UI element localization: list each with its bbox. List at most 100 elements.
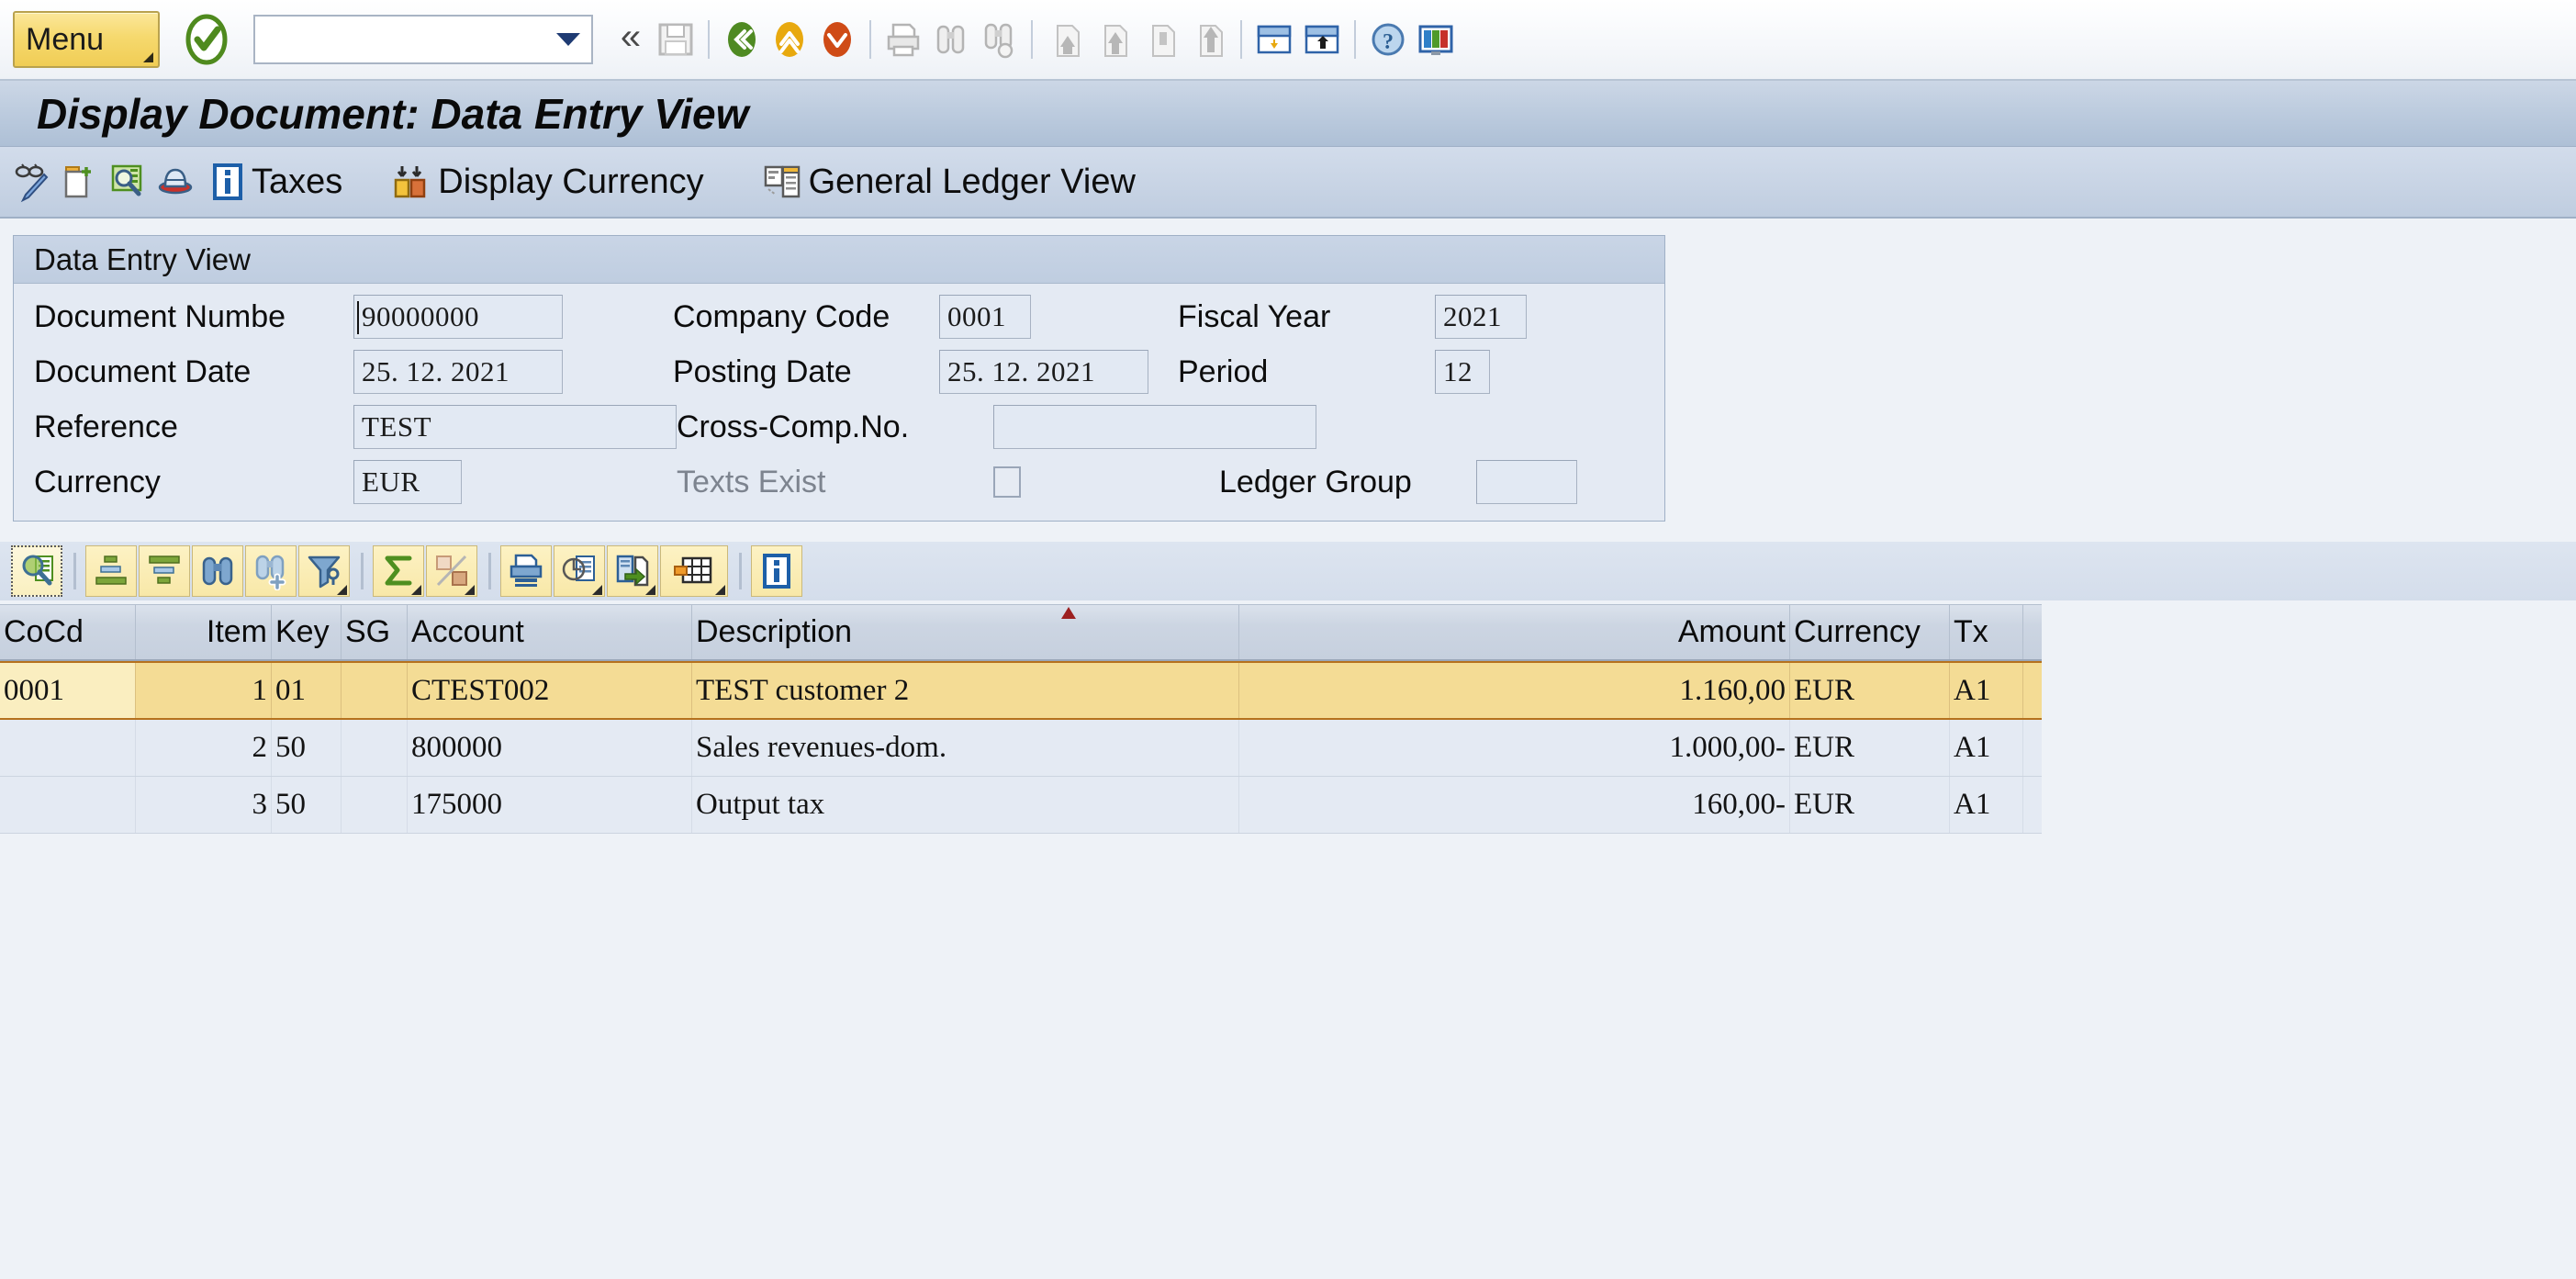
column-header-cocd[interactable]: CoCd [0, 605, 136, 659]
create-shortcut-icon[interactable] [1298, 14, 1346, 65]
sort-descending-icon[interactable] [139, 545, 190, 597]
command-input[interactable] [255, 17, 591, 62]
company-code-label: Company Code [673, 298, 890, 334]
last-page-icon[interactable] [1184, 14, 1232, 65]
column-header-currency[interactable]: Currency [1790, 605, 1950, 659]
command-field[interactable] [253, 15, 593, 64]
find-next-icon[interactable] [245, 545, 297, 597]
column-header-sg[interactable]: SG [342, 605, 408, 659]
export-icon[interactable] [607, 545, 658, 597]
sort-ascending-indicator-icon [1061, 607, 1077, 619]
cell-cocd[interactable] [0, 777, 136, 833]
create-session-icon[interactable] [1250, 14, 1298, 65]
find-icon[interactable] [927, 14, 975, 65]
next-page-icon[interactable] [1137, 14, 1184, 65]
display-currency-button[interactable]: Display Currency [383, 152, 711, 211]
save-icon[interactable] [652, 14, 700, 65]
cell-sg[interactable] [342, 777, 408, 833]
taxes-button[interactable]: Taxes [200, 152, 350, 211]
cell-description[interactable]: Output tax [692, 777, 1239, 833]
customize-layout-icon[interactable] [1412, 14, 1460, 65]
cell-currency[interactable]: EUR [1790, 777, 1950, 833]
cell-account[interactable]: CTEST002 [408, 663, 692, 718]
park-document-icon[interactable] [152, 154, 200, 209]
column-header-key[interactable]: Key [272, 605, 342, 659]
period-field[interactable]: 12 [1435, 350, 1490, 394]
cross-comp-no-label: Cross-Comp.No. [677, 409, 910, 444]
cell-item[interactable]: 2 [136, 720, 272, 776]
first-page-icon[interactable] [1041, 14, 1089, 65]
cell-amount[interactable]: 1.000,00- [1239, 720, 1790, 776]
document-date-label: Document Date [34, 353, 252, 389]
document-number-field[interactable]: 90000000 [353, 295, 563, 339]
cell-key[interactable]: 50 [272, 720, 342, 776]
cancel-red-icon[interactable] [813, 14, 861, 65]
column-header-account[interactable]: Account [408, 605, 692, 659]
exit-yellow-icon[interactable] [766, 14, 813, 65]
fiscal-year-field[interactable]: 2021 [1435, 295, 1527, 339]
previous-page-icon[interactable] [1089, 14, 1137, 65]
help-icon[interactable]: ? [1364, 14, 1412, 65]
column-header-amount[interactable]: Amount [1239, 605, 1790, 659]
ledger-group-label: Ledger Group [1219, 464, 1412, 499]
company-code-field[interactable]: 0001 [939, 295, 1031, 339]
cell-sg[interactable] [342, 663, 408, 718]
other-document-icon[interactable] [57, 154, 105, 209]
cell-currency[interactable]: EUR [1790, 720, 1950, 776]
sort-ascending-icon[interactable] [85, 545, 137, 597]
subtotal-icon[interactable] [426, 545, 477, 597]
change-layout-icon[interactable] [554, 545, 605, 597]
general-ledger-view-button-label: General Ledger View [808, 162, 1136, 201]
page-title: Display Document: Data Entry View [37, 89, 749, 138]
cell-cocd[interactable]: 0001 [0, 663, 136, 718]
column-header-tx[interactable]: Tx [1950, 605, 2023, 659]
general-ledger-view-button[interactable]: General Ledger View [754, 152, 1143, 211]
column-header-description[interactable]: Description [692, 605, 1239, 659]
line-items-grid: CoCd Item Key SG Account Description Amo… [0, 604, 2042, 834]
find-next-icon[interactable] [975, 14, 1023, 65]
column-header-item[interactable]: Item [136, 605, 272, 659]
application-toolbar: Taxes Display Currency General Ledger Vi… [0, 147, 2576, 219]
cell-account[interactable]: 175000 [408, 777, 692, 833]
back-chevrons-icon[interactable]: « [604, 14, 652, 65]
cell-key[interactable]: 50 [272, 777, 342, 833]
grid-layout-icon[interactable] [660, 545, 728, 597]
cell-currency[interactable]: EUR [1790, 663, 1950, 718]
info-icon[interactable] [751, 545, 802, 597]
cross-comp-no-field[interactable] [993, 405, 1316, 449]
cell-tx[interactable]: A1 [1950, 777, 2023, 833]
cell-amount[interactable]: 1.160,00 [1239, 663, 1790, 718]
reference-field[interactable]: TEST [353, 405, 677, 449]
total-sum-icon[interactable] [373, 545, 424, 597]
table-row[interactable]: 0001 1 01 CTEST002 TEST customer 2 1.160… [0, 661, 2042, 720]
document-date-field[interactable]: 25. 12. 2021 [353, 350, 563, 394]
print-icon[interactable] [879, 14, 927, 65]
table-row[interactable]: 3 50 175000 Output tax 160,00- EUR A1 [0, 777, 2042, 834]
cell-cocd[interactable] [0, 720, 136, 776]
cell-amount[interactable]: 160,00- [1239, 777, 1790, 833]
cell-tx[interactable]: A1 [1950, 720, 2023, 776]
cell-tx[interactable]: A1 [1950, 663, 2023, 718]
details-icon[interactable] [11, 545, 62, 597]
cell-sg[interactable] [342, 720, 408, 776]
filter-icon[interactable] [298, 545, 350, 597]
print-preview-icon[interactable] [500, 545, 552, 597]
back-green-icon[interactable] [718, 14, 766, 65]
menu-button[interactable]: Menu [13, 11, 160, 68]
cell-item[interactable]: 1 [136, 663, 272, 718]
cell-account[interactable]: 800000 [408, 720, 692, 776]
cell-item[interactable]: 3 [136, 777, 272, 833]
cell-description[interactable]: TEST customer 2 [692, 663, 1239, 718]
table-row[interactable]: 2 50 800000 Sales revenues-dom. 1.000,00… [0, 720, 2042, 777]
enter-check-icon[interactable] [180, 13, 233, 66]
cell-key[interactable]: 01 [272, 663, 342, 718]
display-change-icon[interactable] [9, 154, 57, 209]
currency-field[interactable]: EUR [353, 460, 462, 504]
menu-button-label: Menu [26, 21, 105, 57]
find-icon[interactable] [192, 545, 243, 597]
posting-date-field[interactable]: 25. 12. 2021 [939, 350, 1148, 394]
chevron-down-icon[interactable] [556, 33, 580, 46]
cell-description[interactable]: Sales revenues-dom. [692, 720, 1239, 776]
ledger-group-field[interactable] [1476, 460, 1577, 504]
document-overview-icon[interactable] [105, 154, 152, 209]
